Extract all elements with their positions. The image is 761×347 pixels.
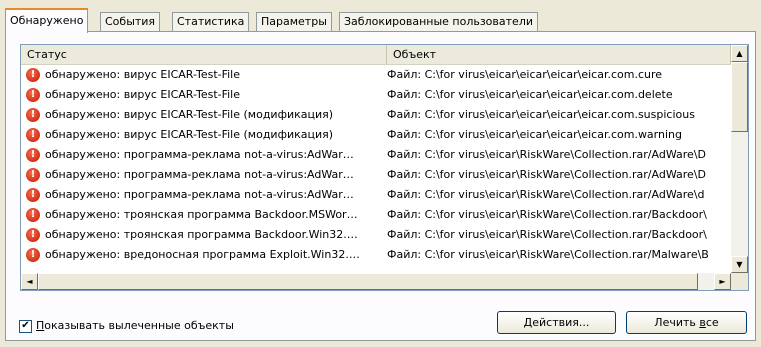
- row-status: обнаружено: вирус EICAR-Test-File (модиф…: [45, 128, 334, 141]
- row-object: Файл: C:\for virus\eicar\eicar\eicar\eic…: [387, 68, 663, 81]
- list-header: Статус Объект: [21, 45, 731, 65]
- actions-button-text: ействия...: [532, 316, 590, 329]
- show-cured-label-text: оказывать вылеченные объекты: [44, 319, 234, 332]
- cure-all-button[interactable]: Лечить все: [626, 311, 747, 334]
- row-object: Файл: C:\for virus\eicar\RiskWare\Collec…: [387, 228, 707, 241]
- tab-parameters[interactable]: Параметры: [256, 12, 332, 31]
- scroll-up-button[interactable]: ▲: [731, 45, 748, 62]
- alert-icon: !: [26, 208, 40, 222]
- row-status: обнаружено: вирус EICAR-Test-File: [45, 68, 241, 81]
- show-cured-label[interactable]: Показывать вылеченные объекты: [36, 318, 234, 333]
- row-status: обнаружено: вирус EICAR-Test-File (модиф…: [45, 108, 334, 121]
- scrollbar-corner: [731, 273, 748, 290]
- actions-button[interactable]: Действия...: [497, 311, 616, 334]
- table-row[interactable]: ! обнаружено: вирус EICAR-Test-File Файл: …: [21, 65, 731, 85]
- show-cured-checkbox[interactable]: ✔: [19, 320, 32, 333]
- alert-icon: !: [26, 128, 40, 142]
- alert-icon: !: [26, 248, 40, 262]
- alert-icon: !: [26, 148, 40, 162]
- row-object: Файл: C:\for virus\eicar\RiskWare\Collec…: [387, 208, 707, 221]
- row-status: обнаружено: вредоносная программа Exploi…: [45, 248, 360, 261]
- vertical-scroll-thumb[interactable]: [731, 62, 748, 132]
- table-row[interactable]: ! обнаружено: троянская программа Backdoo…: [21, 205, 731, 225]
- table-row[interactable]: ! обнаружено: вирус EICAR-Test-File Файл: …: [21, 85, 731, 105]
- row-object: Файл: C:\for virus\eicar\RiskWare\Collec…: [387, 148, 706, 161]
- column-object[interactable]: Объект: [387, 45, 731, 64]
- row-object: Файл: C:\for virus\eicar\RiskWare\Collec…: [387, 248, 709, 261]
- row-status: обнаружено: троянская программа Backdoor…: [45, 228, 358, 241]
- horizontal-scrollbar[interactable]: ◄ ►: [21, 273, 731, 290]
- row-object: Файл: C:\for virus\eicar\eicar\eicar\eic…: [387, 128, 682, 141]
- horizontal-scroll-thumb[interactable]: [38, 273, 698, 290]
- row-object: Файл: C:\for virus\eicar\eicar\eicar\eic…: [387, 88, 673, 101]
- list-rows: ! обнаружено: вирус EICAR-Test-File Файл: …: [21, 65, 731, 273]
- alert-icon: !: [26, 108, 40, 122]
- detected-list[interactable]: Статус Объект ! обнаружено: вирус EICAR-T…: [20, 44, 749, 291]
- row-status: обнаружено: программа-реклама not-a-viru…: [45, 148, 354, 161]
- tab-detected[interactable]: Обнаружено: [5, 8, 89, 33]
- tab-blocked-users[interactable]: Заблокированные пользователи: [339, 12, 538, 31]
- row-status: обнаружено: программа-реклама not-a-viru…: [45, 188, 354, 201]
- row-status: обнаружено: вирус EICAR-Test-File: [45, 88, 241, 101]
- table-row[interactable]: ! обнаружено: вредоносная программа Explo…: [21, 245, 731, 265]
- alert-icon: !: [26, 228, 40, 242]
- vertical-scrollbar[interactable]: ▲ ▼: [731, 45, 748, 273]
- table-row[interactable]: ! обнаружено: программа-реклама not-a-vir…: [21, 165, 731, 185]
- table-row[interactable]: ! обнаружено: вирус EICAR-Test-File (моди…: [21, 125, 731, 145]
- alert-icon: !: [26, 68, 40, 82]
- row-status: обнаружено: троянская программа Backdoor…: [45, 208, 358, 221]
- column-status[interactable]: Статус: [21, 45, 387, 64]
- table-row[interactable]: ! обнаружено: программа-реклама not-a-vir…: [21, 145, 731, 165]
- row-object: Файл: C:\for virus\eicar\RiskWare\Collec…: [387, 168, 706, 181]
- alert-icon: !: [26, 168, 40, 182]
- row-object: Файл: C:\for virus\eicar\eicar\eicar\eic…: [387, 108, 695, 121]
- scroll-right-button[interactable]: ►: [714, 273, 731, 290]
- alert-icon: !: [26, 88, 40, 102]
- actions-button-mnemonic: Д: [523, 316, 533, 329]
- scroll-left-button[interactable]: ◄: [21, 273, 38, 290]
- row-object: Файл: C:\for virus\eicar\RiskWare\Collec…: [387, 188, 705, 201]
- scroll-down-button[interactable]: ▼: [731, 256, 748, 273]
- tab-events[interactable]: События: [100, 12, 161, 31]
- cure-all-button-text: се: [705, 316, 719, 329]
- alert-icon: !: [26, 188, 40, 202]
- table-row[interactable]: ! обнаружено: троянская программа Backdoo…: [21, 225, 731, 245]
- table-row[interactable]: ! обнаружено: программа-реклама not-a-vir…: [21, 185, 731, 205]
- cure-all-button-prefix: Лечить: [654, 316, 700, 329]
- tab-statistics[interactable]: Статистика: [172, 12, 250, 31]
- row-status: обнаружено: программа-реклама not-a-viru…: [45, 168, 354, 181]
- table-row[interactable]: ! обнаружено: вирус EICAR-Test-File (моди…: [21, 105, 731, 125]
